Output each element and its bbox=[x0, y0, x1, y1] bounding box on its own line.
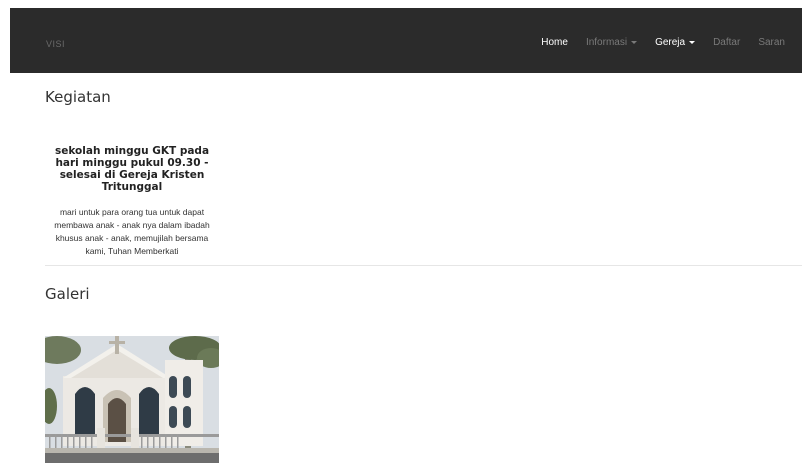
nav-item-informasi[interactable]: Informasi bbox=[577, 33, 646, 52]
nav-item-daftar-label: Daftar bbox=[713, 37, 741, 48]
nav-item-home-label: Home bbox=[541, 37, 568, 48]
event-card: sekolah minggu GKT pada hari minggu puku… bbox=[45, 145, 219, 258]
nav-item-saran-label: Saran bbox=[758, 37, 785, 48]
event-description: mari untuk para orang tua untuk dapat me… bbox=[54, 207, 210, 256]
nav-item-gereja-label: Gereja bbox=[655, 37, 686, 48]
nav-menu: Home Informasi Gereja Daftar Saran bbox=[532, 33, 794, 52]
nav-item-saran[interactable]: Saran bbox=[749, 33, 794, 52]
kegiatan-section-title: Kegiatan bbox=[45, 88, 111, 106]
caret-down-icon bbox=[631, 41, 638, 44]
event-heading: sekolah minggu GKT pada hari minggu puku… bbox=[54, 145, 210, 193]
section-divider bbox=[45, 265, 802, 266]
nav-item-informasi-label: Informasi bbox=[585, 37, 628, 48]
nav-item-gereja[interactable]: Gereja bbox=[646, 33, 704, 52]
navbar-brand[interactable]: VISI bbox=[46, 39, 65, 49]
nav-item-home[interactable]: Home bbox=[532, 33, 577, 52]
church-photo-illustration bbox=[45, 336, 219, 463]
nav-item-daftar[interactable]: Daftar bbox=[704, 33, 749, 52]
navbar: VISI Home Informasi Gereja Daftar Saran bbox=[10, 8, 802, 73]
caret-down-icon bbox=[689, 41, 696, 44]
church-photo[interactable] bbox=[45, 336, 219, 463]
galeri-section-title: Galeri bbox=[45, 285, 90, 303]
